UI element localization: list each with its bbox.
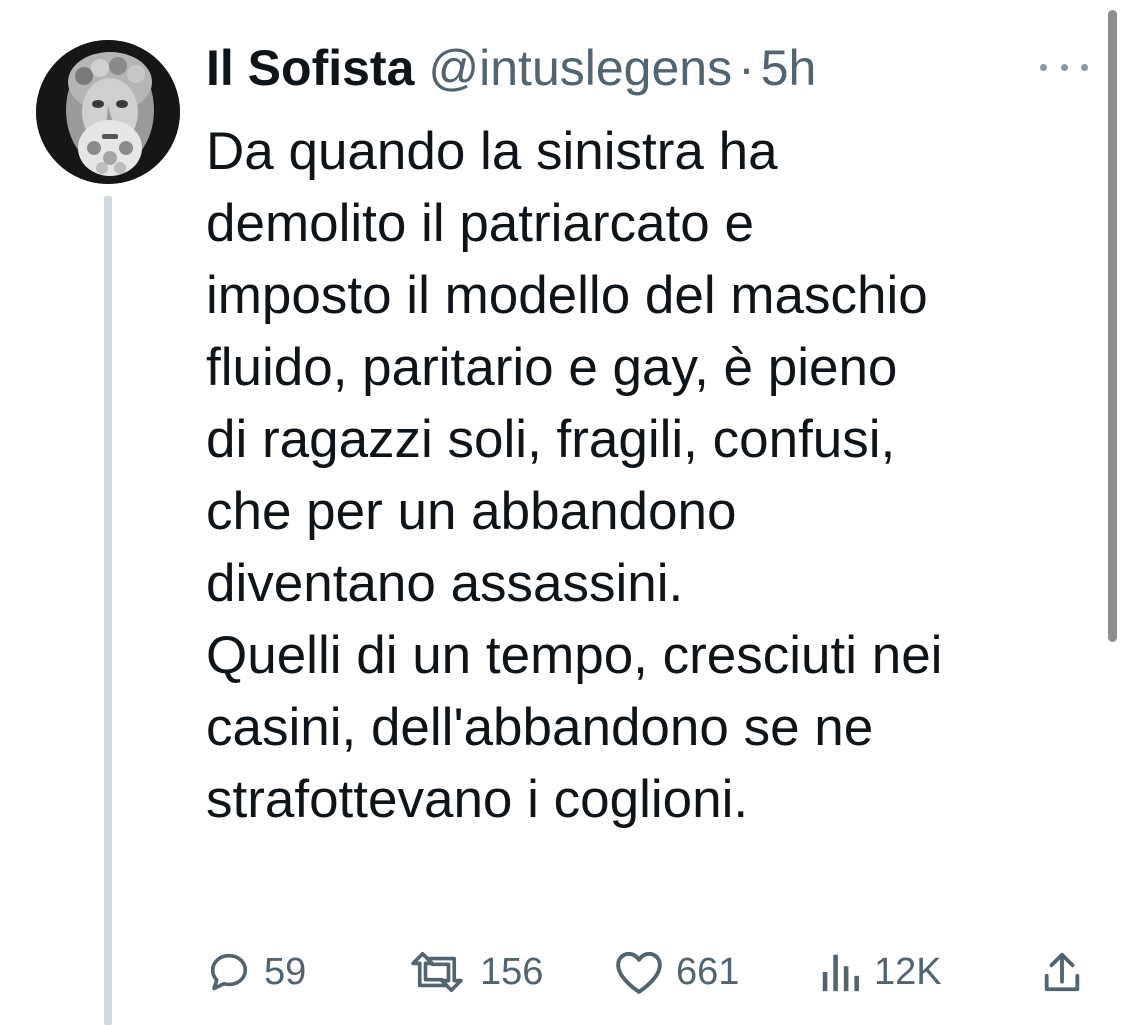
- tweet-text-line: strafottevano i coglioni.: [206, 770, 749, 829]
- thread-connector-line: [104, 196, 112, 1025]
- retweet-count: 156: [480, 950, 544, 993]
- reply-icon: [210, 953, 248, 991]
- avatar[interactable]: [36, 40, 180, 184]
- share-icon: [1044, 952, 1080, 992]
- more-options-button[interactable]: [1040, 52, 1088, 82]
- retweet-button[interactable]: 156: [406, 942, 543, 1002]
- views-count: 12K: [874, 950, 942, 993]
- author-handle[interactable]: @intuslegens: [428, 36, 732, 100]
- tweet-actions-bar: 59 156 661 12K: [0, 942, 1125, 1002]
- retweet-icon: [411, 951, 463, 993]
- more-dot-icon: [1040, 63, 1047, 71]
- tweet-text-line: Quelli di un tempo, cresciuti nei: [206, 626, 943, 685]
- tweet-text-line: demolito il patriarcato e: [206, 194, 754, 253]
- tweet-text-line: fluido, paritario e gay, è pieno: [206, 338, 898, 397]
- tweet-text-line: diventano assassini.: [206, 554, 684, 613]
- tweet-text-line: che per un abbandono: [206, 482, 737, 541]
- separator-dot: ·: [738, 40, 755, 96]
- views-button[interactable]: 12K: [818, 942, 942, 1002]
- tweet-text-line: imposto il modello del maschio: [206, 266, 928, 325]
- like-button[interactable]: 661: [614, 942, 739, 1002]
- avatar-bust-image: [36, 40, 180, 184]
- like-count: 661: [676, 950, 740, 993]
- more-dot-icon: [1060, 63, 1068, 71]
- tweet-text-line: di ragazzi soli, fragili, confusi,: [206, 410, 896, 469]
- author-name[interactable]: Il Sofista: [206, 36, 414, 100]
- tweet-text-line: Da quando la sinistra ha: [206, 122, 778, 181]
- tweet-text: Da quando la sinistra ha demolito il pat…: [206, 116, 1106, 836]
- views-icon: [822, 954, 859, 992]
- reply-button[interactable]: 59: [206, 942, 306, 1002]
- scrollbar-thumb[interactable]: [1108, 10, 1117, 642]
- heart-icon: [616, 951, 662, 994]
- reply-count: 59: [264, 950, 307, 993]
- more-dot-icon: [1081, 63, 1088, 71]
- tweet-timestamp[interactable]: 5h: [761, 36, 817, 100]
- share-button[interactable]: [1040, 942, 1084, 1002]
- tweet-text-line: casini, dell'abbandono se ne: [206, 698, 874, 757]
- tweet-header: Il Sofista @intuslegens · 5h: [206, 36, 816, 100]
